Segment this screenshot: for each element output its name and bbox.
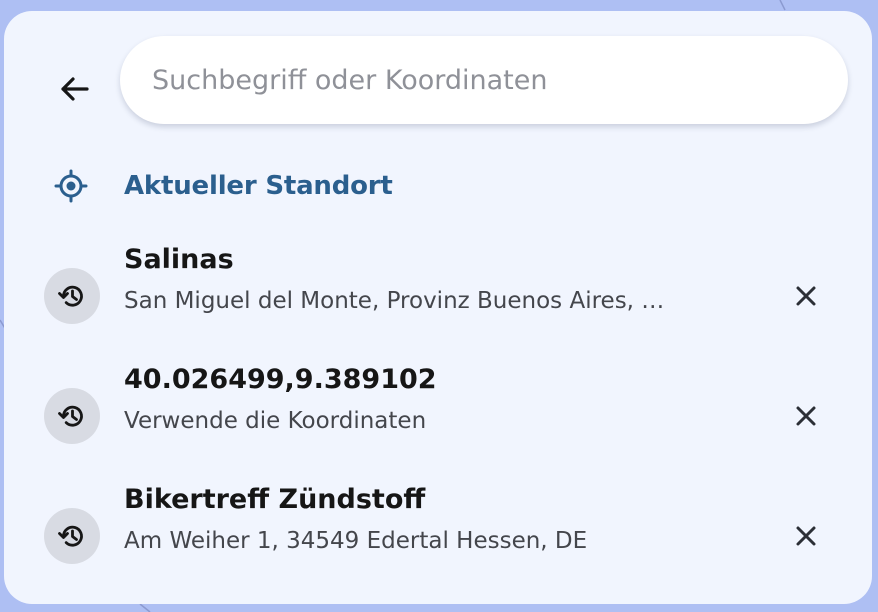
recent-item[interactable]: Salinas San Miguel del Monte, Provinz Bu…: [44, 234, 834, 346]
close-icon: [796, 286, 816, 306]
remove-button[interactable]: [784, 274, 828, 318]
gps-crosshair-icon: [48, 169, 94, 203]
search-field[interactable]: [120, 36, 848, 124]
recent-item-subtitle: Verwende die Koordinaten: [124, 408, 427, 434]
current-location-item[interactable]: Aktueller Standort: [48, 163, 608, 209]
back-button[interactable]: [51, 68, 97, 114]
current-location-label: Aktueller Standort: [124, 171, 393, 201]
recent-item-subtitle: San Miguel del Monte, Provinz Buenos Air…: [124, 288, 665, 314]
close-icon: [796, 406, 816, 426]
history-icon: [44, 508, 100, 564]
arrow-left-icon: [59, 76, 89, 106]
history-icon: [44, 388, 100, 444]
remove-button[interactable]: [784, 394, 828, 438]
recent-item[interactable]: 40.026499,9.389102 Verwende die Koordina…: [44, 354, 834, 466]
search-input[interactable]: [152, 36, 812, 124]
history-icon: [44, 268, 100, 324]
recent-item-title: Bikertreff Zündstoff: [124, 484, 426, 515]
recent-item[interactable]: Bikertreff Zündstoff Am Weiher 1, 34549 …: [44, 474, 834, 586]
recent-item-title: Salinas: [124, 244, 234, 275]
remove-button[interactable]: [784, 514, 828, 558]
recent-item-title: 40.026499,9.389102: [124, 364, 437, 395]
search-panel: Aktueller Standort Salinas San Miguel de…: [4, 11, 872, 604]
recent-item-subtitle: Am Weiher 1, 34549 Edertal Hessen, DE: [124, 528, 588, 554]
close-icon: [796, 526, 816, 546]
